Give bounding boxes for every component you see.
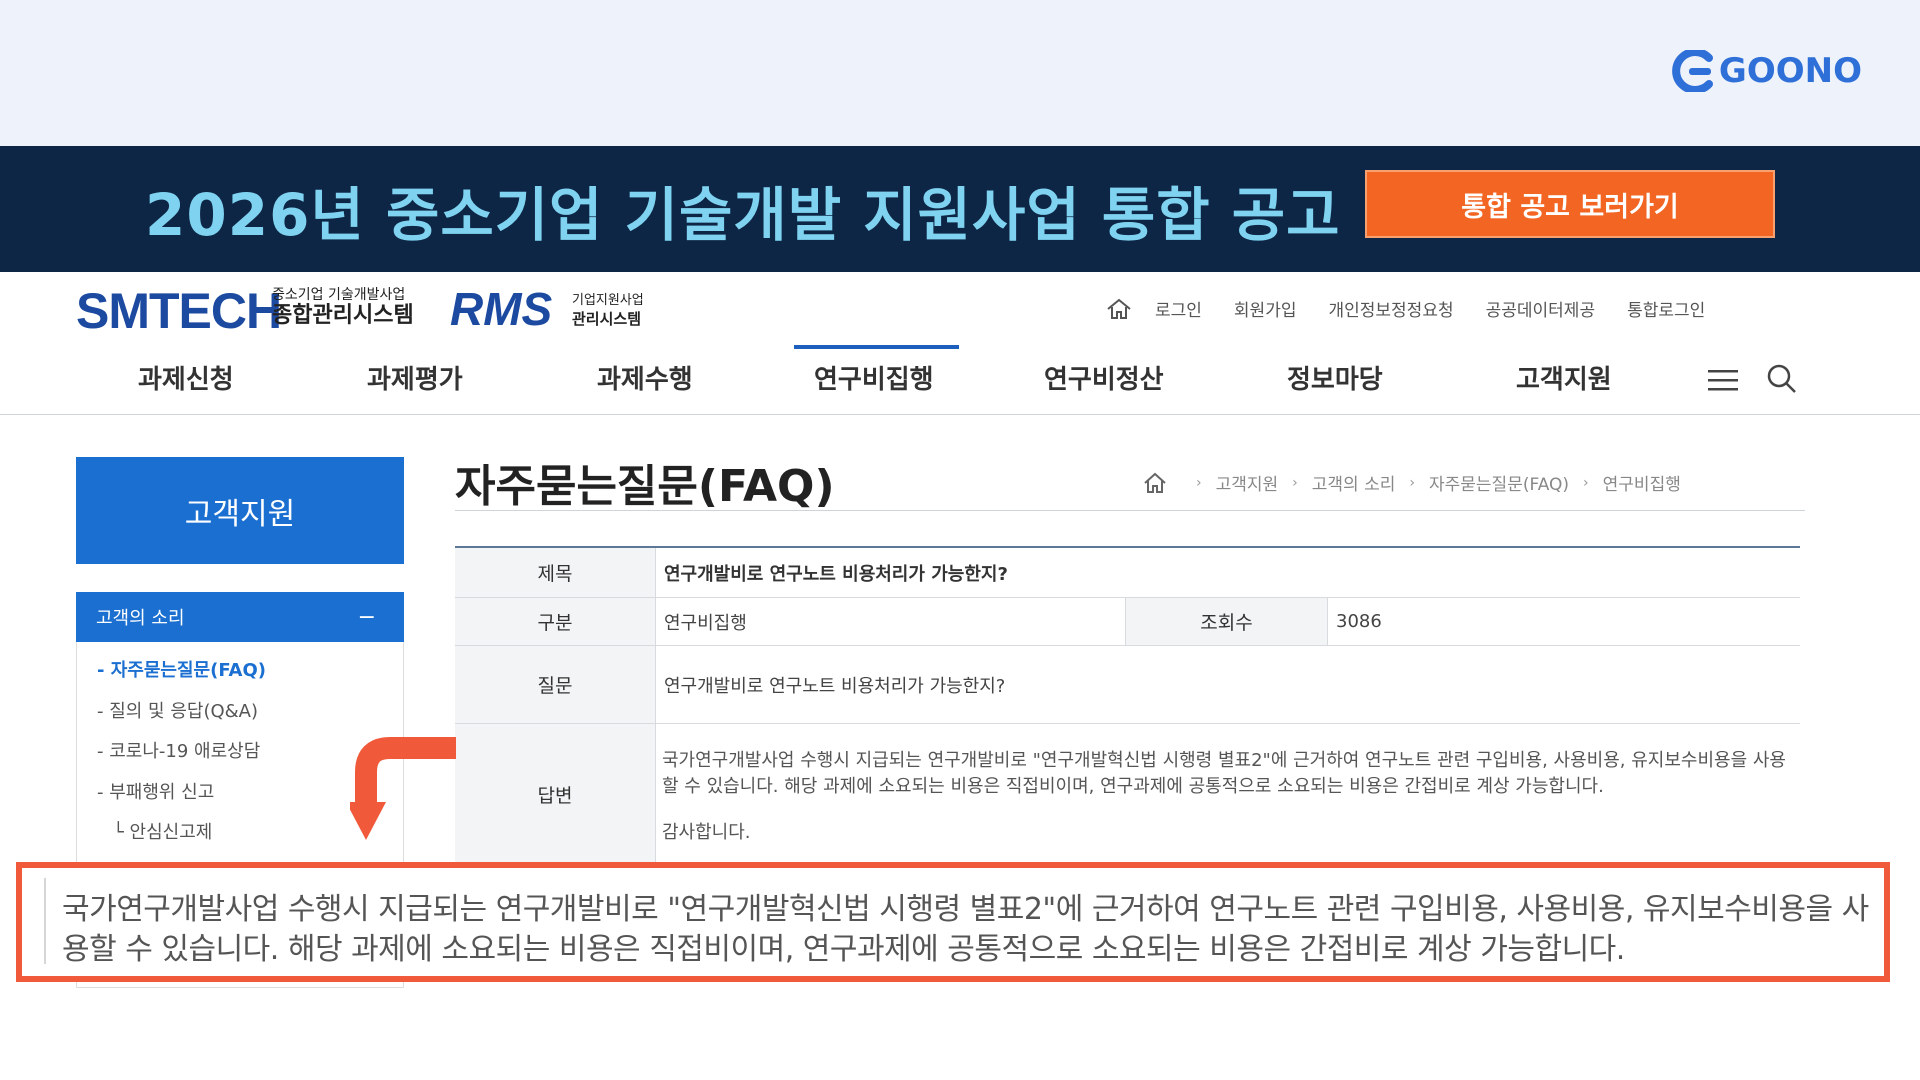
rms-sub-big: 관리시스템 <box>572 310 642 328</box>
privacy-correction-link[interactable]: 개인정보정정요청 <box>1328 296 1453 321</box>
nav-item-task-execution[interactable]: 과제수행 <box>597 359 693 396</box>
breadcrumb-separator: › <box>1409 474 1415 491</box>
rms-logo[interactable]: RMS <box>450 282 552 336</box>
public-data-link[interactable]: 공공데이터제공 <box>1486 296 1595 321</box>
sidebar-section-label: 고객의 소리 <box>96 608 185 629</box>
table-row: 제목 연구개발비로 연구노트 비용처리가 가능한지? <box>455 548 1800 598</box>
answer-label: 답변 <box>455 724 655 864</box>
highlight-callout: 국가연구개발사업 수행시 지급되는 연구개발비로 "연구개발혁신법 시행령 별표… <box>16 862 1890 982</box>
sidebar-item-safe-report[interactable]: └ 안심신고제 <box>113 818 212 844</box>
page-title: 자주묻는질문(FAQ) <box>455 461 835 512</box>
category-label: 구분 <box>455 598 655 645</box>
login-link[interactable]: 로그인 <box>1155 296 1202 321</box>
sidebar-section-header[interactable]: 고객의 소리 − <box>76 592 404 642</box>
goono-logo: GOONO <box>1669 50 1862 92</box>
sidebar-item-faq[interactable]: - 자주묻는질문(FAQ) <box>97 656 266 682</box>
breadcrumb-separator: › <box>1292 474 1298 491</box>
view-announcement-button[interactable]: 통합 공고 보러가기 <box>1365 170 1775 238</box>
table-row: 구분 연구비집행 조회수 3086 <box>455 598 1800 646</box>
answer-thanks: 감사합니다. <box>662 822 751 843</box>
banner-title: 2026년 중소기업 기술개발 지원사업 통합 공고 <box>145 181 1341 249</box>
smtech-logo[interactable]: SMTECH <box>76 282 282 340</box>
nav-item-task-evaluation[interactable]: 과제평가 <box>367 359 463 396</box>
hamburger-menu-icon[interactable] <box>1708 369 1738 391</box>
views-value: 3086 <box>1327 598 1800 645</box>
views-label: 조회수 <box>1125 598 1327 645</box>
breadcrumb-item[interactable]: 자주묻는질문(FAQ) <box>1429 470 1569 495</box>
rms-sub-small: 기업지원사업 <box>572 293 644 308</box>
breadcrumb-separator: › <box>1583 474 1589 491</box>
sidebar-item-qna[interactable]: - 질의 및 응답(Q&A) <box>97 697 258 723</box>
title-divider <box>455 510 1805 511</box>
utility-nav: 로그인 회원가입 개인정보정정요청 공공데이터제공 통합로그인 <box>1105 296 1737 321</box>
sidebar-item-covid[interactable]: - 코로나-19 애로상담 <box>97 737 260 763</box>
goono-wordmark: GOONO <box>1718 51 1862 91</box>
subject-value: 연구개발비로 연구노트 비용처리가 가능한지? <box>655 548 1800 597</box>
nav-item-research-expense[interactable]: 연구비집행 <box>814 359 934 396</box>
rms-subtitle: 기업지원사업 관리시스템 <box>572 292 644 328</box>
announcement-banner: 2026년 중소기업 기술개발 지원사업 통합 공고 통합 공고 보러가기 <box>0 146 1920 272</box>
breadcrumb-item[interactable]: 고객지원 <box>1216 470 1279 495</box>
red-arrow-icon <box>350 737 456 840</box>
subject-label: 제목 <box>455 548 655 597</box>
breadcrumb: › 고객지원 › 고객의 소리 › 자주묻는질문(FAQ) › 연구비집행 <box>1142 470 1681 495</box>
smtech-subtitle: 중소기업 기술개발사업 종합관리시스템 <box>272 287 414 329</box>
question-value: 연구개발비로 연구노트 비용처리가 가능한지? <box>655 646 1800 723</box>
signup-link[interactable]: 회원가입 <box>1234 296 1297 321</box>
smtech-sub-big: 종합관리시스템 <box>272 303 414 328</box>
table-row: 질문 연구개발비로 연구노트 비용처리가 가능한지? <box>455 646 1800 724</box>
sidebar-title: 고객지원 <box>76 457 404 564</box>
top-strip: GOONO <box>0 0 1920 146</box>
integrated-login-link[interactable]: 통합로그인 <box>1627 296 1705 321</box>
answer-value: 국가연구개발사업 수행시 지급되는 연구개발비로 "연구개발혁신법 시행령 별표… <box>662 750 1786 797</box>
search-icon[interactable] <box>1766 363 1798 395</box>
goono-mark-icon <box>1672 50 1713 92</box>
breadcrumb-item[interactable]: 연구비집행 <box>1603 470 1681 495</box>
collapse-icon[interactable]: − <box>358 605 376 630</box>
nav-item-customer-support[interactable]: 고객지원 <box>1516 359 1612 396</box>
nav-item-task-application[interactable]: 과제신청 <box>138 359 234 396</box>
breadcrumb-separator: › <box>1196 474 1202 491</box>
smtech-sub-small: 중소기업 기술개발사업 <box>272 287 406 303</box>
callout-quote-bar <box>44 878 46 964</box>
category-value: 연구비집행 <box>655 598 1125 645</box>
faq-detail-table: 제목 연구개발비로 연구노트 비용처리가 가능한지? 구분 연구비집행 조회수 … <box>455 546 1800 864</box>
callout-text: 국가연구개발사업 수행시 지급되는 연구개발비로 "연구개발혁신법 시행령 별표… <box>62 892 1869 967</box>
question-label: 질문 <box>455 646 655 723</box>
active-tab-indicator <box>794 345 959 349</box>
sidebar-item-corruption-report[interactable]: - 부패행위 신고 <box>97 778 214 804</box>
nav-item-expense-settlement[interactable]: 연구비정산 <box>1044 359 1164 396</box>
main-nav: 과제신청 과제평가 과제수행 연구비집행 연구비정산 정보마당 고객지원 <box>0 345 1920 415</box>
nav-item-info[interactable]: 정보마당 <box>1287 359 1383 396</box>
breadcrumb-home-icon[interactable] <box>1142 471 1168 495</box>
breadcrumb-item[interactable]: 고객의 소리 <box>1312 470 1396 495</box>
home-icon[interactable] <box>1105 297 1133 321</box>
